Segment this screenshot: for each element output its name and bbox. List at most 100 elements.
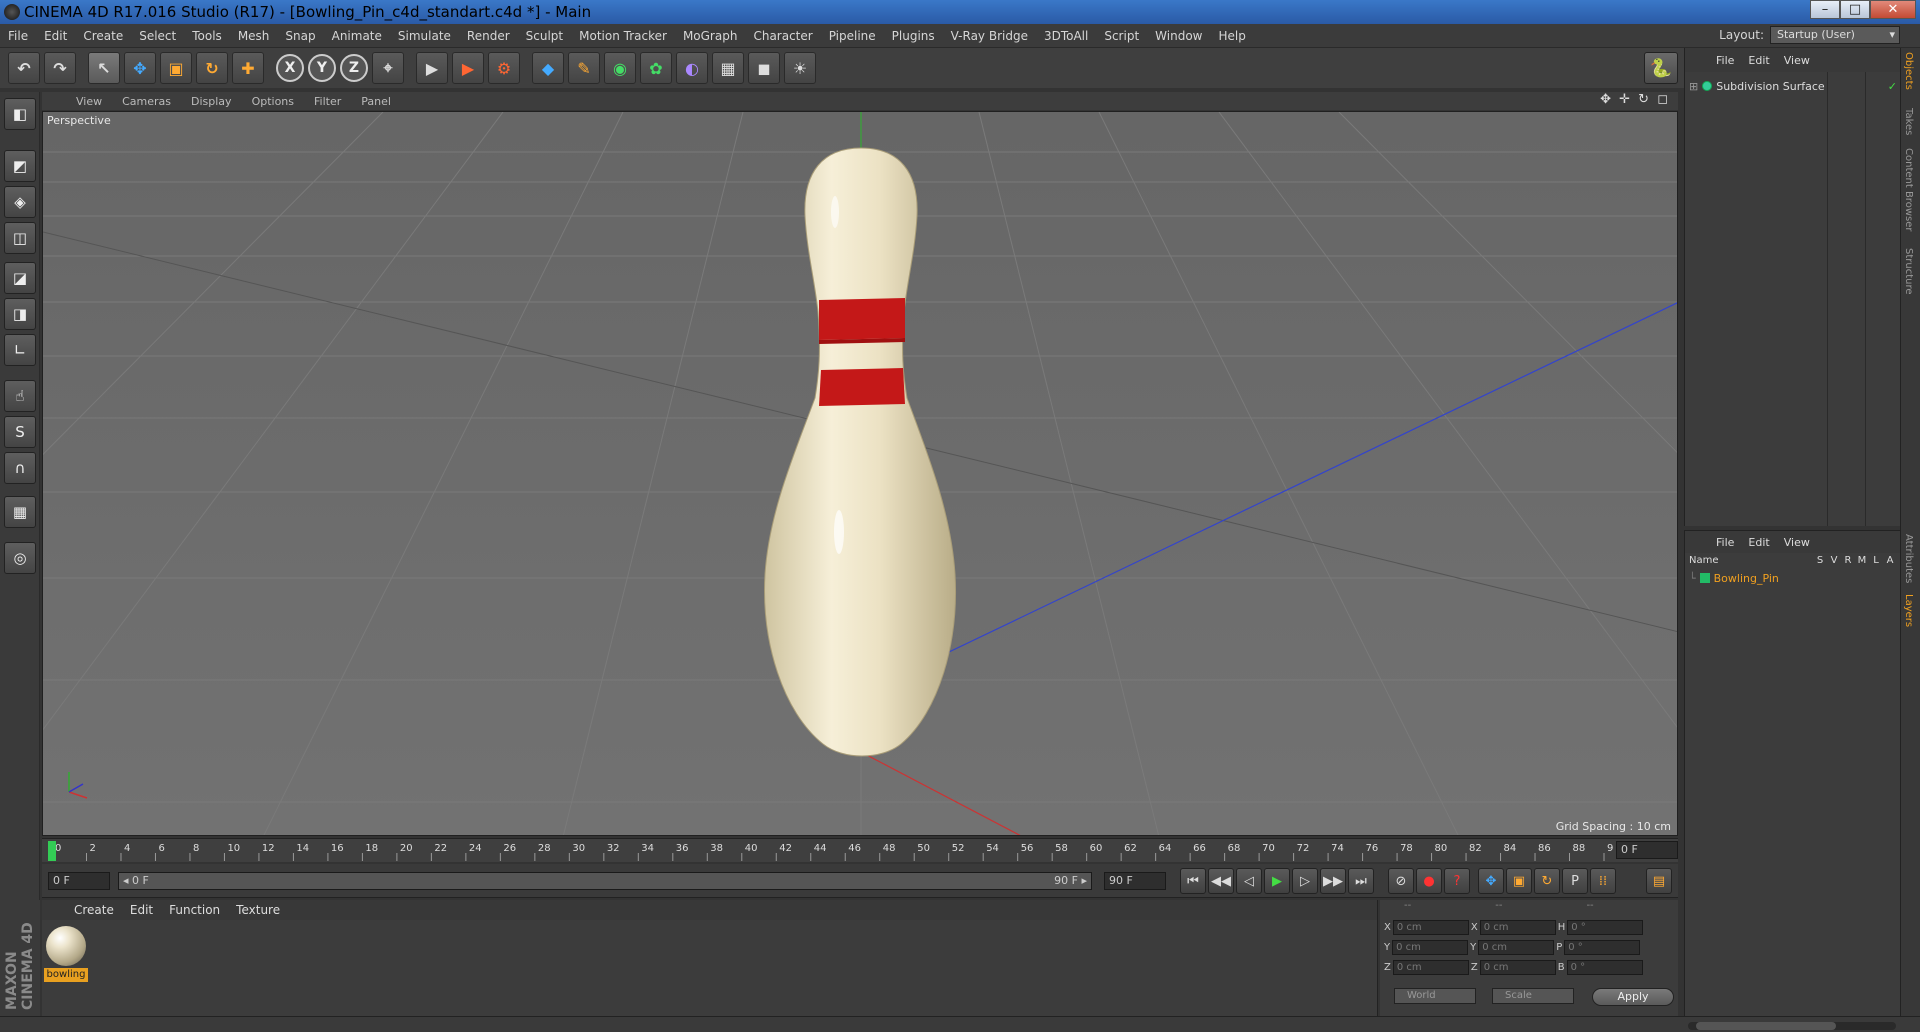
y-axis-lock-button[interactable]: Y	[308, 54, 336, 82]
scrollbar-thumb[interactable]	[1696, 1022, 1836, 1030]
model-mode-icon[interactable]: ◩	[4, 150, 36, 182]
layer-row-bowling-pin[interactable]: └ Bowling_Pin	[1689, 571, 1897, 585]
render-view-button[interactable]: ▶	[416, 52, 448, 84]
tab-structure[interactable]: Structure	[1903, 248, 1914, 295]
rotation-p-field[interactable]: 0 °	[1564, 940, 1641, 955]
timeline-window-button[interactable]: ▤	[1646, 868, 1672, 894]
object-menu-view[interactable]: View	[1777, 54, 1817, 67]
key-rotation-button[interactable]: ↻	[1534, 868, 1560, 894]
size-mode-dropdown[interactable]: Scale	[1492, 988, 1574, 1004]
layer-menu-view[interactable]: View	[1777, 536, 1817, 549]
current-frame-field[interactable]: 0 F	[48, 872, 110, 890]
position-y-field[interactable]: 0 cm	[1392, 940, 1469, 955]
light-button[interactable]: ☀	[784, 52, 816, 84]
scale-tool-button[interactable]: ▣	[160, 52, 192, 84]
rotation-h-field[interactable]: 0 °	[1567, 920, 1644, 935]
object-row-subdivision-surface[interactable]: ⊞ Subdivision Surface ✓	[1689, 78, 1897, 94]
next-key-button[interactable]: ▶▶	[1320, 868, 1346, 894]
position-z-field[interactable]: 0 cm	[1392, 960, 1469, 975]
goto-start-button[interactable]: ⏮	[1180, 868, 1206, 894]
record-button[interactable]: ●	[1416, 868, 1442, 894]
menu-create[interactable]: Create	[75, 29, 131, 43]
menu-pipeline[interactable]: Pipeline	[821, 29, 884, 43]
workplane-lock-icon[interactable]: ◎	[4, 542, 36, 574]
viewport-menu-filter[interactable]: Filter	[304, 95, 351, 108]
rotate-tool-button[interactable]: ↻	[196, 52, 228, 84]
next-frame-button[interactable]: ▷	[1292, 868, 1318, 894]
menu-render[interactable]: Render	[459, 29, 518, 43]
menu-help[interactable]: Help	[1210, 29, 1253, 43]
viewport-menu-options[interactable]: Options	[242, 95, 304, 108]
menu-mograph[interactable]: MoGraph	[675, 29, 746, 43]
previous-key-button[interactable]: ◀◀	[1208, 868, 1234, 894]
maximize-button[interactable]: □	[1840, 0, 1870, 19]
menu-3dtoall[interactable]: 3DToAll	[1036, 29, 1096, 43]
tab-objects[interactable]: Objects	[1903, 52, 1914, 90]
render-picture-viewer-button[interactable]: ▶	[452, 52, 484, 84]
timeline-ruler[interactable]: 0 2 4 6 8 10 12 14 16 18 20 22 24 26 28 30 32 34 36 38 40 42 4…	[42, 838, 1678, 862]
previous-frame-button[interactable]: ◁	[1236, 868, 1262, 894]
key-parameter-button[interactable]: P	[1562, 868, 1588, 894]
autokey-button[interactable]: ?	[1444, 868, 1470, 894]
material-menu-edit[interactable]: Edit	[122, 903, 161, 917]
solo-mode-icon[interactable]: ∩	[4, 452, 36, 484]
menu-simulate[interactable]: Simulate	[390, 29, 459, 43]
live-selection-button[interactable]: ✚	[232, 52, 264, 84]
key-scale-button[interactable]: ▣	[1506, 868, 1532, 894]
size-z-field[interactable]: 0 cm	[1479, 960, 1556, 975]
tab-attributes[interactable]: Attributes	[1903, 534, 1914, 583]
polygons-mode-icon[interactable]: ∟	[4, 334, 36, 366]
expand-icon[interactable]: ⊞	[1689, 80, 1698, 93]
texture-mode-icon[interactable]: ◈	[4, 186, 36, 218]
material-menu-texture[interactable]: Texture	[228, 903, 288, 917]
material-menu-function[interactable]: Function	[161, 903, 228, 917]
menu-file[interactable]: File	[0, 29, 36, 43]
tab-takes[interactable]: Takes	[1903, 108, 1914, 135]
axis-mode-icon[interactable]: ☝	[4, 380, 36, 412]
render-settings-button[interactable]: ⚙	[488, 52, 520, 84]
tab-layers[interactable]: Layers	[1903, 594, 1914, 627]
z-axis-lock-button[interactable]: Z	[340, 54, 368, 82]
viewport-menu-cameras[interactable]: Cameras	[112, 95, 181, 108]
play-button[interactable]: ▶	[1264, 868, 1290, 894]
menu-motion-tracker[interactable]: Motion Tracker	[571, 29, 675, 43]
layer-menu-file[interactable]: File	[1709, 536, 1741, 549]
python-icon[interactable]: 🐍	[1644, 52, 1678, 84]
snap-icon[interactable]: ▦	[4, 496, 36, 528]
deformer-button[interactable]: ◐	[676, 52, 708, 84]
menu-select[interactable]: Select	[131, 29, 184, 43]
perspective-viewport[interactable]: Perspective Grid Spacing : 10 cm	[42, 111, 1678, 836]
timeline-playhead[interactable]	[48, 841, 56, 861]
layer-menu-edit[interactable]: Edit	[1741, 536, 1776, 549]
array-button[interactable]: ✿	[640, 52, 672, 84]
workplane-mode-icon[interactable]: ◫	[4, 222, 36, 254]
rotation-b-field[interactable]: 0 °	[1566, 960, 1643, 975]
subdivision-surface-button[interactable]: ◉	[604, 52, 636, 84]
viewport-menu-view[interactable]: View	[66, 95, 112, 108]
move-tool-button[interactable]: ✥	[124, 52, 156, 84]
menu-window[interactable]: Window	[1147, 29, 1210, 43]
size-y-field[interactable]: 0 cm	[1478, 940, 1555, 955]
menu-script[interactable]: Script	[1096, 29, 1147, 43]
viewport-navigation-icons[interactable]: ✥ ✛ ↻ ◻	[1600, 92, 1670, 107]
key-pla-button[interactable]: ⁞⁞	[1590, 868, 1616, 894]
max-frame-field[interactable]: 90 F	[1104, 872, 1166, 890]
layer-color-swatch[interactable]	[1699, 573, 1710, 583]
floor-button[interactable]: ▦	[712, 52, 744, 84]
redo-button[interactable]: ↷	[44, 52, 76, 84]
menu-vray-bridge[interactable]: V-Ray Bridge	[943, 29, 1036, 43]
timeline-end-frame-field[interactable]: 0 F	[1616, 841, 1678, 859]
make-editable-icon[interactable]: ◧	[4, 98, 36, 130]
menu-snap[interactable]: Snap	[277, 29, 323, 43]
minimize-button[interactable]: –	[1810, 0, 1840, 19]
size-x-field[interactable]: 0 cm	[1479, 920, 1556, 935]
object-menu-file[interactable]: File	[1709, 54, 1741, 67]
menu-sculpt[interactable]: Sculpt	[518, 29, 571, 43]
apply-button[interactable]: Apply	[1592, 988, 1674, 1006]
points-mode-icon[interactable]: ◪	[4, 262, 36, 294]
layer-horizontal-scrollbar[interactable]	[1688, 1022, 1896, 1030]
camera-button[interactable]: ◼	[748, 52, 780, 84]
goto-end-button[interactable]: ⏭	[1348, 868, 1374, 894]
x-axis-lock-button[interactable]: X	[276, 54, 304, 82]
object-menu-edit[interactable]: Edit	[1741, 54, 1776, 67]
